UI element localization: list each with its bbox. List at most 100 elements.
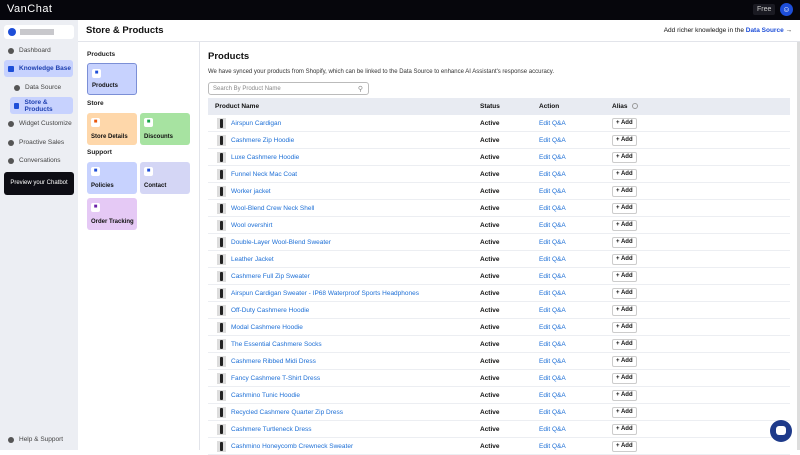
dashboard-icon (8, 47, 14, 54)
product-thumbnail (217, 152, 226, 163)
sidebar-item-knowledge-base[interactable]: Knowledge Base (4, 60, 73, 77)
edit-qa-link[interactable]: Edit Q&A (539, 409, 566, 416)
edit-qa-link[interactable]: Edit Q&A (539, 171, 566, 178)
sidebar-item-label: Widget Customize (19, 120, 72, 127)
user-icon[interactable]: ☺ (780, 3, 793, 16)
edit-qa-link[interactable]: Edit Q&A (539, 120, 566, 127)
add-alias-button[interactable]: + Add (612, 254, 637, 265)
add-alias-button[interactable]: + Add (612, 407, 637, 418)
edit-qa-link[interactable]: Edit Q&A (539, 188, 566, 195)
product-name-link[interactable]: Leather Jacket (231, 256, 274, 263)
add-alias-button[interactable]: + Add (612, 339, 637, 350)
product-name-link[interactable]: Double-Layer Wool-Blend Sweater (231, 239, 331, 246)
product-name-link[interactable]: Airspun Cardigan Sweater - IP68 Waterpro… (231, 290, 419, 297)
edit-qa-link[interactable]: Edit Q&A (539, 256, 566, 263)
data-source-hint[interactable]: Add richer knowledge in the Data Source … (664, 27, 792, 34)
product-name-link[interactable]: Cashmino Honeycomb Crewneck Sweater (231, 443, 353, 450)
card-order-tracking[interactable]: ■ Order Tracking (87, 198, 137, 230)
add-alias-button[interactable]: + Add (612, 186, 637, 197)
edit-qa-link[interactable]: Edit Q&A (539, 341, 566, 348)
product-name-link[interactable]: Cashmere Ribbed Midi Dress (231, 358, 316, 365)
product-name-link[interactable]: Cashmere Turtleneck Dress (231, 426, 312, 433)
sidebar-item-dashboard[interactable]: Dashboard (4, 42, 73, 59)
product-name-link[interactable]: The Essential Cashmere Socks (231, 341, 322, 348)
product-name-link[interactable]: Luxe Cashmere Hoodie (231, 154, 299, 161)
card-policies[interactable]: ■ Policies (87, 162, 137, 194)
edit-qa-link[interactable]: Edit Q&A (539, 375, 566, 382)
product-name-link[interactable]: Recycled Cashmere Quarter Zip Dress (231, 409, 343, 416)
edit-qa-link[interactable]: Edit Q&A (539, 392, 566, 399)
add-alias-button[interactable]: + Add (612, 271, 637, 282)
add-alias-button[interactable]: + Add (612, 305, 637, 316)
edit-qa-link[interactable]: Edit Q&A (539, 358, 566, 365)
edit-qa-link[interactable]: Edit Q&A (539, 324, 566, 331)
search-placeholder: Search By Product Name (213, 86, 281, 92)
add-alias-button[interactable]: + Add (612, 390, 637, 401)
edit-qa-link[interactable]: Edit Q&A (539, 443, 566, 450)
product-name-link[interactable]: Cashmere Full Zip Sweater (231, 273, 310, 280)
add-alias-button[interactable]: + Add (612, 135, 637, 146)
add-alias-button[interactable]: + Add (612, 237, 637, 248)
add-alias-button[interactable]: + Add (612, 356, 637, 367)
edit-qa-link[interactable]: Edit Q&A (539, 222, 566, 229)
product-name-link[interactable]: Cashmino Tunic Hoodie (231, 392, 300, 399)
product-name-link[interactable]: Modal Cashmere Hoodie (231, 324, 303, 331)
search-icon[interactable]: ⚲ (358, 85, 363, 93)
product-name-link[interactable]: Worker jacket (231, 188, 271, 195)
add-alias-button[interactable]: + Add (612, 441, 637, 452)
sidebar-item-data-source[interactable]: Data Source (10, 79, 73, 96)
add-alias-button[interactable]: + Add (612, 288, 637, 299)
workspace-selector[interactable] (4, 25, 74, 39)
products-table: Product Name Status Action Alias Airspun… (208, 98, 790, 455)
product-name-link[interactable]: Funnel Neck Mac Coat (231, 171, 297, 178)
product-name-link[interactable]: Off-Duty Cashmere Hoodie (231, 307, 309, 314)
add-alias-button[interactable]: + Add (612, 203, 637, 214)
edit-qa-link[interactable]: Edit Q&A (539, 273, 566, 280)
search-input[interactable]: Search By Product Name ⚲ (208, 82, 369, 95)
contact-icon: ■ (144, 167, 153, 176)
product-name-link[interactable]: Wool overshirt (231, 222, 272, 229)
status-text: Active (480, 239, 500, 246)
product-name-link[interactable]: Airspun Cardigan (231, 120, 281, 127)
add-alias-button[interactable]: + Add (612, 373, 637, 384)
edit-qa-link[interactable]: Edit Q&A (539, 290, 566, 297)
edit-qa-link[interactable]: Edit Q&A (539, 154, 566, 161)
table-row: Wool-Blend Crew Neck Shell Active Edit Q… (208, 200, 790, 217)
sidebar: Dashboard Knowledge Base Data Source Store … (0, 20, 78, 450)
widget-icon (8, 120, 14, 127)
card-store-details[interactable]: ■ Store Details (87, 113, 137, 145)
add-alias-button[interactable]: + Add (612, 220, 637, 231)
shirt-icon: ■ (92, 69, 101, 78)
plan-badge[interactable]: Free (753, 4, 776, 15)
sidebar-item-proactive-sales[interactable]: Proactive Sales (4, 134, 73, 151)
product-thumbnail (217, 356, 226, 367)
preview-chatbot-button[interactable]: Preview your Chatbot (4, 172, 74, 195)
card-contact[interactable]: ■ Contact (140, 162, 190, 194)
sidebar-item-widget-customize[interactable]: Widget Customize (4, 115, 73, 132)
info-icon[interactable] (631, 103, 638, 110)
hint-text: Add richer knowledge in the (663, 27, 744, 34)
data-source-link[interactable]: Data Source (746, 27, 784, 34)
status-text: Active (480, 392, 500, 399)
edit-qa-link[interactable]: Edit Q&A (539, 239, 566, 246)
chat-launcher-button[interactable] (770, 420, 792, 442)
products-title: Products (208, 51, 250, 62)
edit-qa-link[interactable]: Edit Q&A (539, 137, 566, 144)
product-name-link[interactable]: Cashmere Zip Hoodie (231, 137, 294, 144)
card-discounts[interactable]: ■ Discounts (140, 113, 190, 145)
add-alias-button[interactable]: + Add (612, 322, 637, 333)
help-support-link[interactable]: Help & Support (4, 431, 63, 448)
add-alias-button[interactable]: + Add (612, 169, 637, 180)
product-name-link[interactable]: Fancy Cashmere T-Shirt Dress (231, 375, 320, 382)
add-alias-button[interactable]: + Add (612, 118, 637, 129)
add-alias-button[interactable]: + Add (612, 152, 637, 163)
product-name-link[interactable]: Wool-Blend Crew Neck Shell (231, 205, 314, 212)
sidebar-item-conversations[interactable]: Conversations (4, 152, 73, 169)
sidebar-item-store-products[interactable]: Store & Products (10, 97, 73, 114)
edit-qa-link[interactable]: Edit Q&A (539, 307, 566, 314)
add-alias-button[interactable]: + Add (612, 424, 637, 435)
edit-qa-link[interactable]: Edit Q&A (539, 205, 566, 212)
card-products[interactable]: ■ Products (87, 63, 137, 95)
table-row: Cashmino Honeycomb Crewneck Sweater Acti… (208, 438, 790, 455)
edit-qa-link[interactable]: Edit Q&A (539, 426, 566, 433)
